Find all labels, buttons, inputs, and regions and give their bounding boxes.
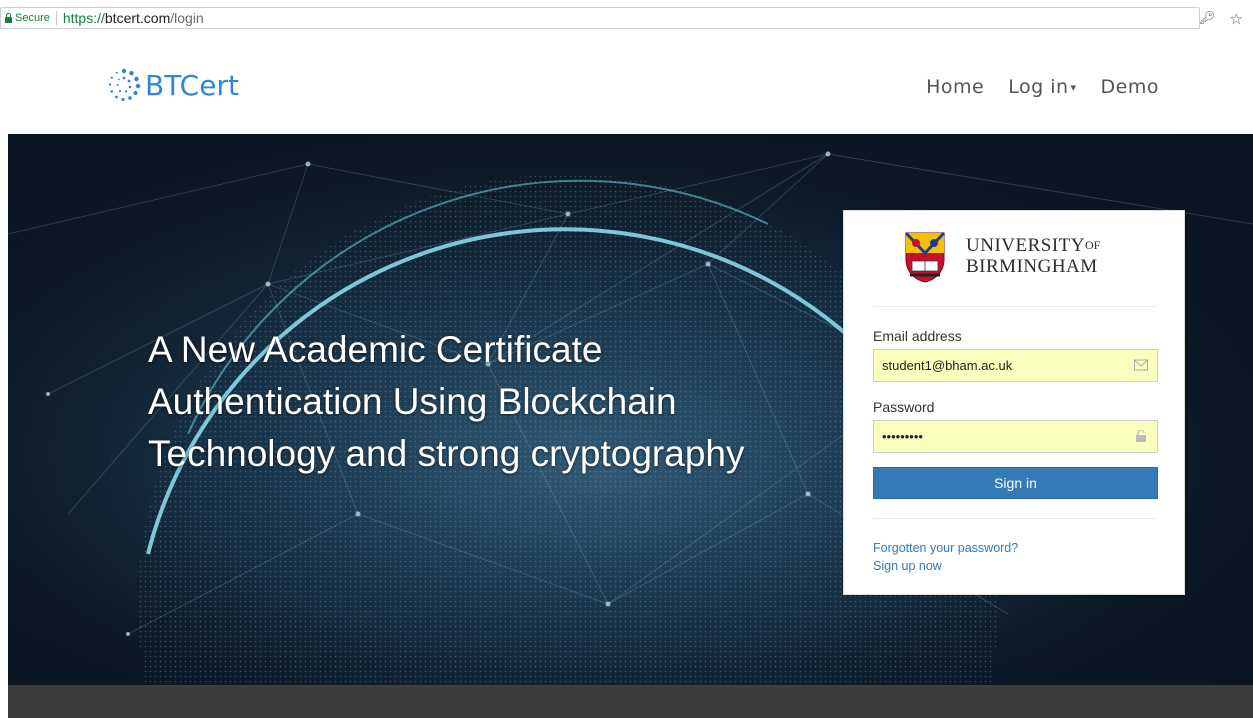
browser-address-bar: Secure https:// btcert.com /login 🔑︎ ☆	[0, 0, 1253, 40]
university-line2: BIRMINGHAM	[966, 256, 1098, 277]
brand-name: BTCert	[145, 68, 239, 102]
btcert-logo-icon	[108, 68, 141, 102]
url-host: btcert.com	[104, 10, 171, 26]
site-header: BTCert Home Log in ▾ Demo	[0, 40, 1253, 134]
caret-down-icon: ▾	[1070, 81, 1077, 94]
nav-home[interactable]: Home	[926, 76, 984, 98]
headline-line: Authentication Using Blockchain	[148, 381, 677, 422]
card-divider	[873, 518, 1158, 519]
university-name: UNIVERSITYOF BIRMINGHAM	[966, 235, 1100, 277]
email-field[interactable]: student1@bham.ac.uk	[873, 349, 1158, 382]
headline-line: A New Academic Certificate	[148, 329, 603, 370]
url-divider	[55, 11, 57, 25]
address-bar-actions: 🔑︎ ☆	[1199, 10, 1243, 28]
password-label: Password	[873, 399, 935, 415]
unlock-icon	[1136, 430, 1146, 442]
password-value: •••••••••	[882, 429, 923, 444]
brand-logo[interactable]: BTCert	[107, 68, 239, 102]
login-card: UNIVERSITYOF BIRMINGHAM Email address st…	[843, 210, 1185, 595]
nav-login-label: Log in	[1008, 76, 1069, 98]
sign-up-link[interactable]: Sign up now	[873, 559, 942, 573]
hero-headline: A New Academic Certificate Authenticatio…	[148, 324, 828, 480]
university-logo: UNIVERSITYOF BIRMINGHAM	[904, 231, 1100, 283]
password-field[interactable]: •••••••••	[873, 420, 1158, 453]
nav-demo[interactable]: Demo	[1101, 76, 1159, 98]
url-bar[interactable]: Secure https:// btcert.com /login	[0, 7, 1200, 29]
forgot-password-link[interactable]: Forgotten your password?	[873, 541, 1018, 555]
key-icon[interactable]: 🔑︎	[1199, 10, 1216, 28]
envelope-icon	[1134, 359, 1148, 371]
main-nav: Home Log in ▾ Demo	[926, 76, 1159, 98]
footer-band	[8, 685, 1253, 718]
sign-in-button[interactable]: Sign in	[873, 467, 1158, 499]
email-value: student1@bham.ac.uk	[882, 358, 1013, 373]
secure-label: Secure	[15, 12, 50, 24]
url-path: /login	[170, 10, 204, 26]
university-of: OF	[1085, 238, 1101, 252]
university-line1: UNIVERSITY	[966, 235, 1085, 256]
url-scheme: https://	[62, 10, 105, 26]
star-icon[interactable]: ☆	[1230, 10, 1243, 28]
nav-login-dropdown[interactable]: Log in ▾	[1008, 76, 1076, 98]
lock-icon	[5, 12, 12, 23]
email-label: Email address	[873, 328, 962, 344]
headline-line: Technology and strong cryptography	[148, 433, 745, 474]
university-crest-icon	[904, 231, 946, 283]
card-divider	[873, 306, 1158, 307]
